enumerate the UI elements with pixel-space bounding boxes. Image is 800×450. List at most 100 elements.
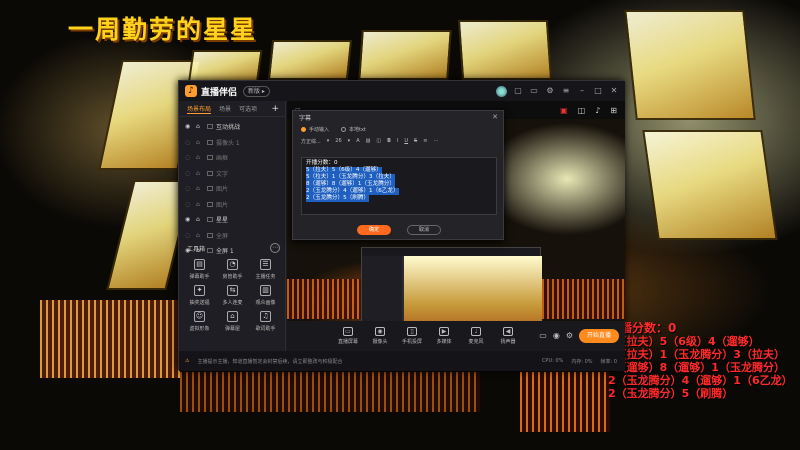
eye-icon[interactable]: ◌ <box>185 232 193 239</box>
source-label: 文字 <box>216 170 229 178</box>
cancel-button[interactable]: 取消 <box>407 225 441 235</box>
background-color-icon[interactable]: ▨ <box>366 138 371 144</box>
strike-icon[interactable]: S <box>414 138 417 144</box>
eye-icon[interactable]: ◉ <box>185 123 193 130</box>
lock-icon[interactable]: ⌂ <box>196 170 204 177</box>
lock-icon[interactable]: ⌂ <box>196 154 204 161</box>
tab-scenes[interactable]: 场景 <box>219 104 231 113</box>
font-size-select[interactable]: 26 <box>335 138 341 144</box>
add-source-icon[interactable]: + <box>271 104 279 114</box>
eye-icon[interactable]: ◌ <box>185 170 193 177</box>
underline-icon[interactable]: U <box>404 138 408 144</box>
tool-danmaku[interactable]: ▤ 弹幕助手 <box>183 259 216 280</box>
more-icon[interactable]: ⋯ <box>433 138 438 144</box>
chevron-down-icon[interactable]: ▾ <box>348 138 351 144</box>
microphone-button[interactable]: ♩ 麦克风 <box>465 327 487 345</box>
bell-icon[interactable]: ♪ <box>595 106 600 115</box>
subtitle-textarea[interactable]: 开播分数：0 5（拉夫）5（6级）4（遛够） 5（拉夫）1（玉龙腾分）3（拉夫）… <box>301 157 497 215</box>
eye-icon[interactable]: ◉ <box>185 216 193 223</box>
lock-icon[interactable]: ⌂ <box>196 232 204 239</box>
tool-audience[interactable]: ▥ 观众画像 <box>249 285 282 306</box>
lyrics-icon: ♫ <box>260 311 271 322</box>
close-icon[interactable]: ✕ <box>492 113 498 121</box>
action-label: 多媒体 <box>436 339 452 345</box>
tool-multi-mic[interactable]: ⇆ 多人连麦 <box>216 285 249 306</box>
source-item[interactable]: ◉ ⌂ 星星 <box>179 212 285 228</box>
source-item[interactable]: ◌ ⌂ 画框 <box>179 150 285 166</box>
italic-icon[interactable]: I <box>397 138 398 144</box>
maximize-icon[interactable]: □ <box>593 86 603 96</box>
gift-icon: ✦ <box>194 285 205 296</box>
eye-icon[interactable]: ◉ <box>553 331 560 340</box>
source-item[interactable]: ◉ ⌂ 互动挑战 <box>179 119 285 135</box>
radio-label: 手动输入 <box>309 126 330 133</box>
avatar[interactable] <box>496 85 507 97</box>
action-label: 扬声器 <box>500 339 516 345</box>
chevron-down-icon[interactable]: ▾ <box>327 138 330 144</box>
sidebar: 场景布局 场景 可选项 + ◉ ⌂ 互动挑战 ◌ ⌂ 摄像头 1 ◌ ⌂ 画框 ◌ ⌂ 文字 ◌… <box>179 101 286 351</box>
bold-icon[interactable]: B <box>387 138 391 144</box>
lock-icon[interactable]: ⌂ <box>196 216 204 223</box>
settings-icon[interactable]: ⚙ <box>566 331 573 340</box>
confirm-button[interactable]: 确定 <box>357 225 391 235</box>
record-icon[interactable]: ▭ <box>539 331 547 340</box>
menu-icon[interactable]: ≡ <box>561 86 571 96</box>
dialog-titlebar: 字幕 ✕ <box>293 111 503 123</box>
camera-button[interactable]: ◉ 摄像头 <box>369 327 391 345</box>
more-icon[interactable]: ⋯ <box>270 243 280 253</box>
stroke-icon[interactable]: ◫ <box>376 138 381 144</box>
tool-danmaku-house[interactable]: ⌂ 弹幕屋 <box>216 311 249 332</box>
text-color-icon[interactable]: A <box>356 138 359 144</box>
lock-icon[interactable]: ⌂ <box>196 185 204 192</box>
screen-icon[interactable]: ▭ <box>529 86 539 96</box>
lock-icon[interactable]: ⌂ <box>196 123 204 130</box>
start-live-button[interactable]: 开始直播 <box>579 329 619 343</box>
toolbox-grid: ▤ 弹幕助手 ◔ 房管助手 ☰ 主播任务 ✦ 抽奖送福 ⇆ 多人连麦 ▥ 观众画像 ☺ 虚拟形… <box>183 259 283 332</box>
speaker-button[interactable]: ◀ 扬声器 <box>497 327 519 345</box>
phone-cast-button[interactable]: ▯ 手机投屏 <box>401 327 423 345</box>
toolbox-header: 工具箱 ⋯ <box>179 241 286 255</box>
close-icon[interactable]: ✕ <box>609 86 619 96</box>
source-item[interactable]: ◌ ⌂ 图片 <box>179 181 285 197</box>
layers-icon[interactable]: ◫ <box>578 106 586 115</box>
nested-titlebar <box>362 248 540 256</box>
eye-icon[interactable]: ◌ <box>185 185 193 192</box>
radio-local-file[interactable]: 本地txt <box>341 126 366 133</box>
source-item[interactable]: ◌ ⌂ 图片 <box>179 197 285 213</box>
dialog-title: 字幕 <box>299 114 312 122</box>
tool-lyrics[interactable]: ♫ 歌词助手 <box>249 311 282 332</box>
radio-manual[interactable]: 手动输入 <box>301 126 329 133</box>
source-icon <box>207 186 213 192</box>
tool-lottery[interactable]: ✦ 抽奖送福 <box>183 285 216 306</box>
eye-icon[interactable]: ◌ <box>185 139 193 146</box>
tool-label: 弹幕屋 <box>224 326 240 332</box>
message-icon[interactable]: ▢ <box>513 86 523 96</box>
score-overlay: 开播分数：0 5（拉夫）5（6级）4（遛够） 5（拉夫）1（玉龙腾分）3（拉夫）… <box>608 322 798 400</box>
source-item[interactable]: ◌ ⌂ 文字 <box>179 166 285 182</box>
source-icon <box>207 155 213 161</box>
eye-icon[interactable]: ◌ <box>185 154 193 161</box>
lock-icon[interactable]: ⌂ <box>196 201 204 208</box>
light-panel <box>267 40 353 80</box>
lock-icon[interactable]: ⌂ <box>196 139 204 146</box>
source-label: 画框 <box>216 155 229 163</box>
tab-scene-layout[interactable]: 场景布局 <box>187 104 212 114</box>
tab-options[interactable]: 可选项 <box>239 104 257 113</box>
tool-anchor-task[interactable]: ☰ 主播任务 <box>249 259 282 280</box>
settings-icon[interactable]: ⚙ <box>545 86 555 96</box>
media-button[interactable]: ▶ 多媒体 <box>433 327 455 345</box>
source-item[interactable]: ◌ ⌂ 摄像头 1 <box>179 135 285 151</box>
source-icon <box>207 139 213 145</box>
align-icon[interactable]: ≡ <box>423 138 427 144</box>
screen-share-button[interactable]: ▭ 直播屏幕 <box>337 327 359 345</box>
eye-icon[interactable]: ◌ <box>185 201 193 208</box>
grid-icon[interactable]: ⊞ <box>610 106 617 115</box>
link-icon: ⇆ <box>227 285 238 296</box>
font-select[interactable]: 方正综... <box>301 138 321 145</box>
status-bar: ⚠ 主播提示主播，知道直播暂定会封禁后续，请立即整改与积极配合 CPU: 0% … <box>179 351 625 371</box>
version-badge[interactable]: 新版 ▸ <box>243 85 270 97</box>
tool-avatar[interactable]: ☺ 虚拟形象 <box>183 311 216 332</box>
minimize-icon[interactable]: – <box>577 86 587 96</box>
notification-icon[interactable]: ▣ <box>560 106 568 115</box>
tool-room-admin[interactable]: ◔ 房管助手 <box>216 259 249 280</box>
